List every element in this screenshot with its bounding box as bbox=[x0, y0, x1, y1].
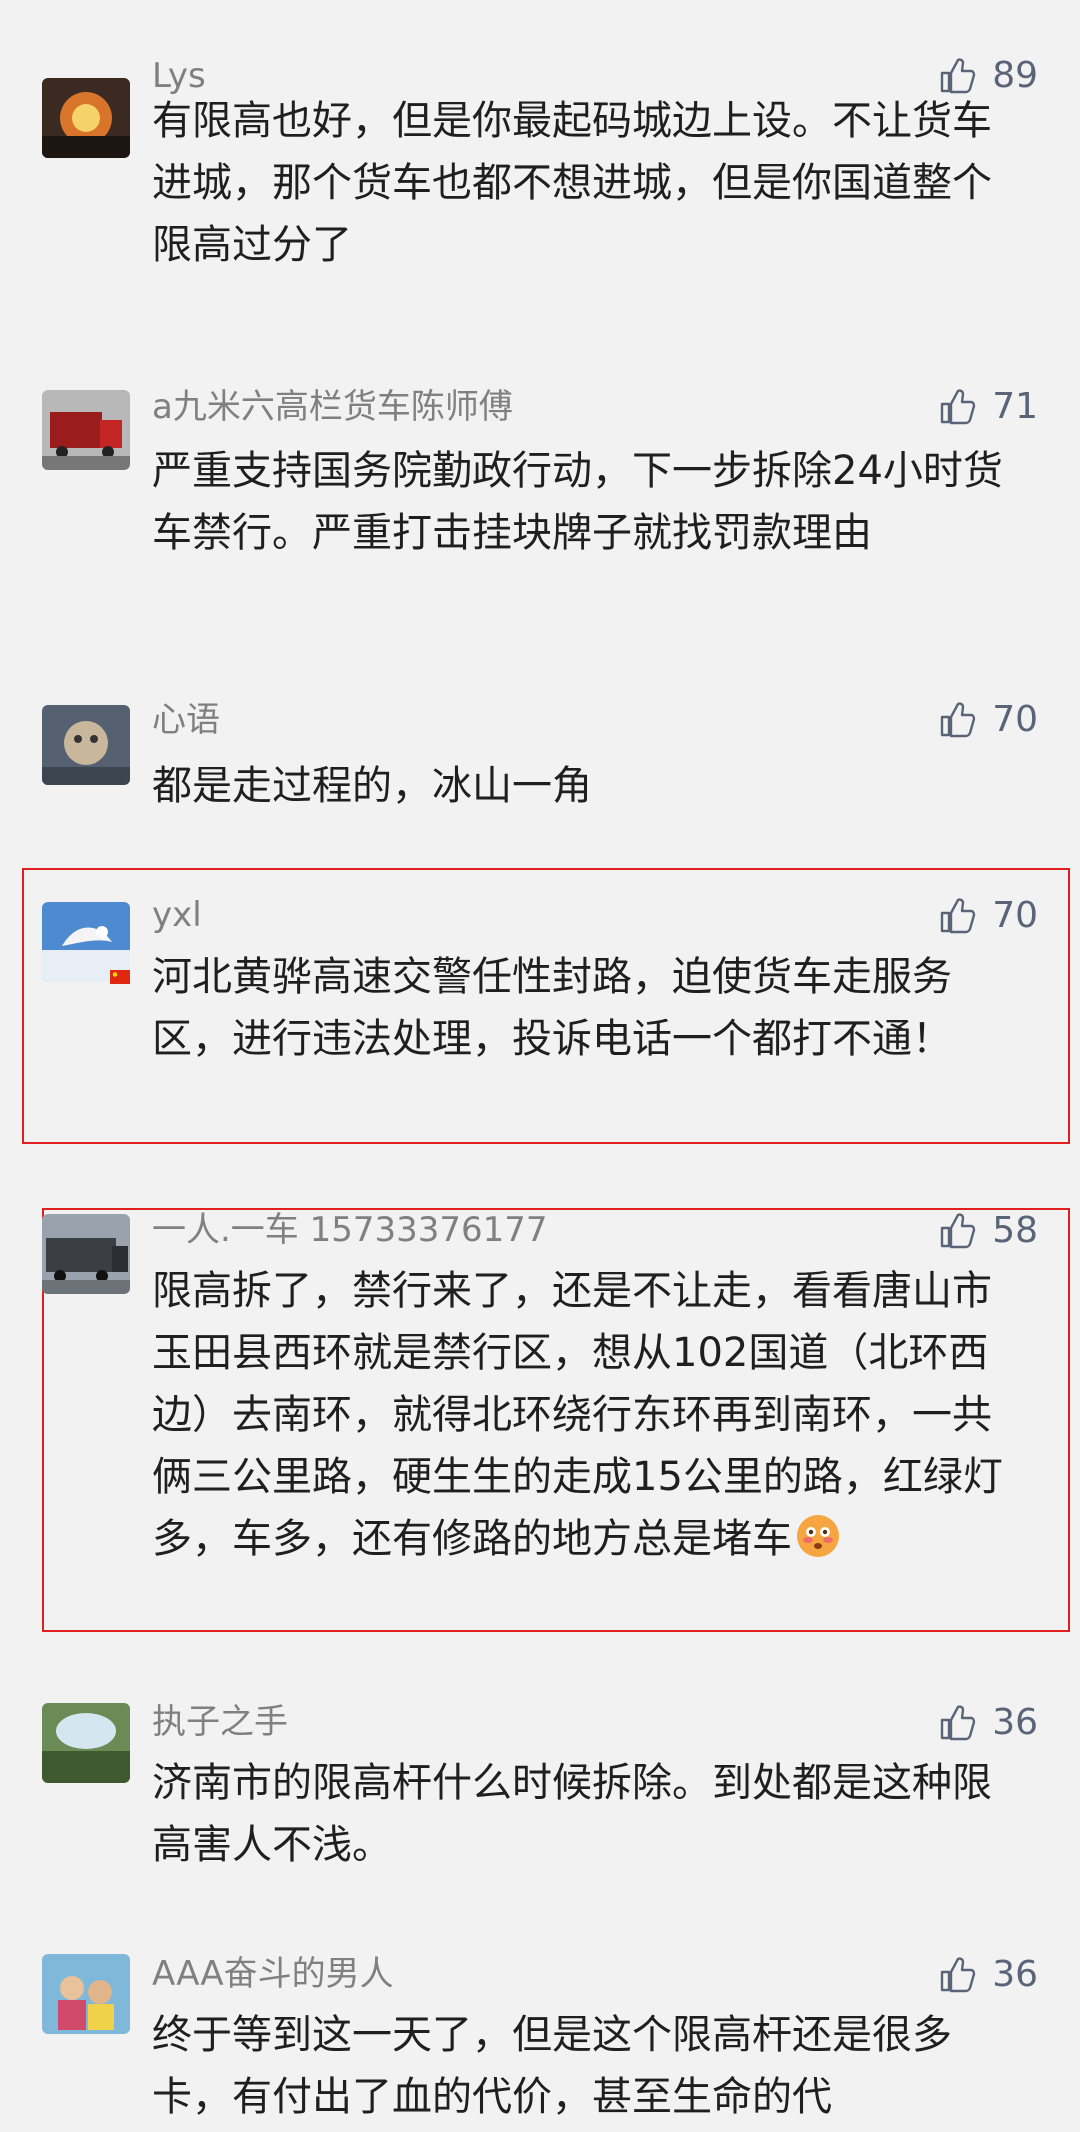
username[interactable]: 执子之手 bbox=[152, 1702, 288, 1742]
username[interactable]: AAA奋斗的男人 bbox=[152, 1954, 394, 1994]
like-count: 70 bbox=[992, 698, 1038, 740]
comment-text: 严重支持国务院勤政行动，下一步拆除24小时货车禁行。严重打击挂块牌子就找罚款理由 bbox=[152, 448, 1003, 556]
thumbs-up-icon bbox=[940, 1213, 976, 1249]
like-button[interactable]: 36 bbox=[938, 1701, 1038, 1743]
like-button[interactable]: 58 bbox=[938, 1209, 1038, 1251]
like-button[interactable]: 70 bbox=[938, 698, 1038, 740]
username[interactable]: 一人.一车 15733376177 bbox=[152, 1210, 548, 1250]
comment-text: 限高拆了，禁行来了，还是不让走，看看唐山市玉田县西环就是禁行区，想从102国道（… bbox=[152, 1260, 1012, 1570]
like-count: 36 bbox=[992, 1701, 1038, 1743]
thumbs-up-icon bbox=[940, 389, 976, 425]
like-count: 71 bbox=[992, 385, 1038, 427]
thumbs-up-icon bbox=[940, 1705, 976, 1741]
comment-text: 河北黄骅高速交警任性封路，迫使货车走服务区，进行违法处理，投诉电话一个都打不通！ bbox=[152, 954, 952, 1062]
china-flag-icon bbox=[110, 970, 130, 984]
like-button[interactable]: 89 bbox=[938, 55, 1038, 96]
like-count: 36 bbox=[992, 1953, 1038, 1995]
avatar[interactable] bbox=[42, 78, 130, 158]
thumbs-up-icon bbox=[940, 898, 976, 934]
thumbs-up-icon bbox=[940, 58, 976, 94]
username[interactable]: yxl bbox=[152, 895, 202, 935]
avatar[interactable] bbox=[42, 705, 130, 785]
flushed-face-emoji-icon bbox=[797, 1515, 839, 1557]
avatar[interactable] bbox=[42, 1954, 130, 2034]
username[interactable]: 心语 bbox=[152, 700, 220, 740]
comment-text-body: 限高拆了，禁行来了，还是不让走，看看唐山市玉田县西环就是禁行区，想从102国道（… bbox=[152, 1268, 1003, 1562]
like-button[interactable]: 70 bbox=[938, 894, 1038, 936]
comment-text: 有限高也好，但是你最起码城边上设。不让货车进城，那个货车也都不想进城，但是你国道… bbox=[152, 98, 992, 268]
avatar[interactable] bbox=[42, 390, 130, 470]
comment-text: 终于等到这一天了，但是这个限高杆还是很多卡，有付出了血的代价，甚至生命的代 bbox=[152, 2012, 952, 2120]
like-button[interactable]: 71 bbox=[938, 385, 1038, 427]
avatar[interactable] bbox=[42, 1214, 130, 1294]
like-button[interactable]: 36 bbox=[938, 1953, 1038, 1995]
thumbs-up-icon bbox=[940, 702, 976, 738]
comment-text: 都是走过程的，冰山一角 bbox=[152, 763, 592, 809]
like-count: 58 bbox=[992, 1209, 1038, 1251]
avatar[interactable] bbox=[42, 1703, 130, 1783]
comment-text: 济南市的限高杆什么时候拆除。到处都是这种限高害人不浅。 bbox=[152, 1760, 992, 1868]
username[interactable]: a九米六高栏货车陈师傅 bbox=[152, 387, 513, 427]
thumbs-up-icon bbox=[940, 1957, 976, 1993]
like-count: 70 bbox=[992, 894, 1038, 936]
